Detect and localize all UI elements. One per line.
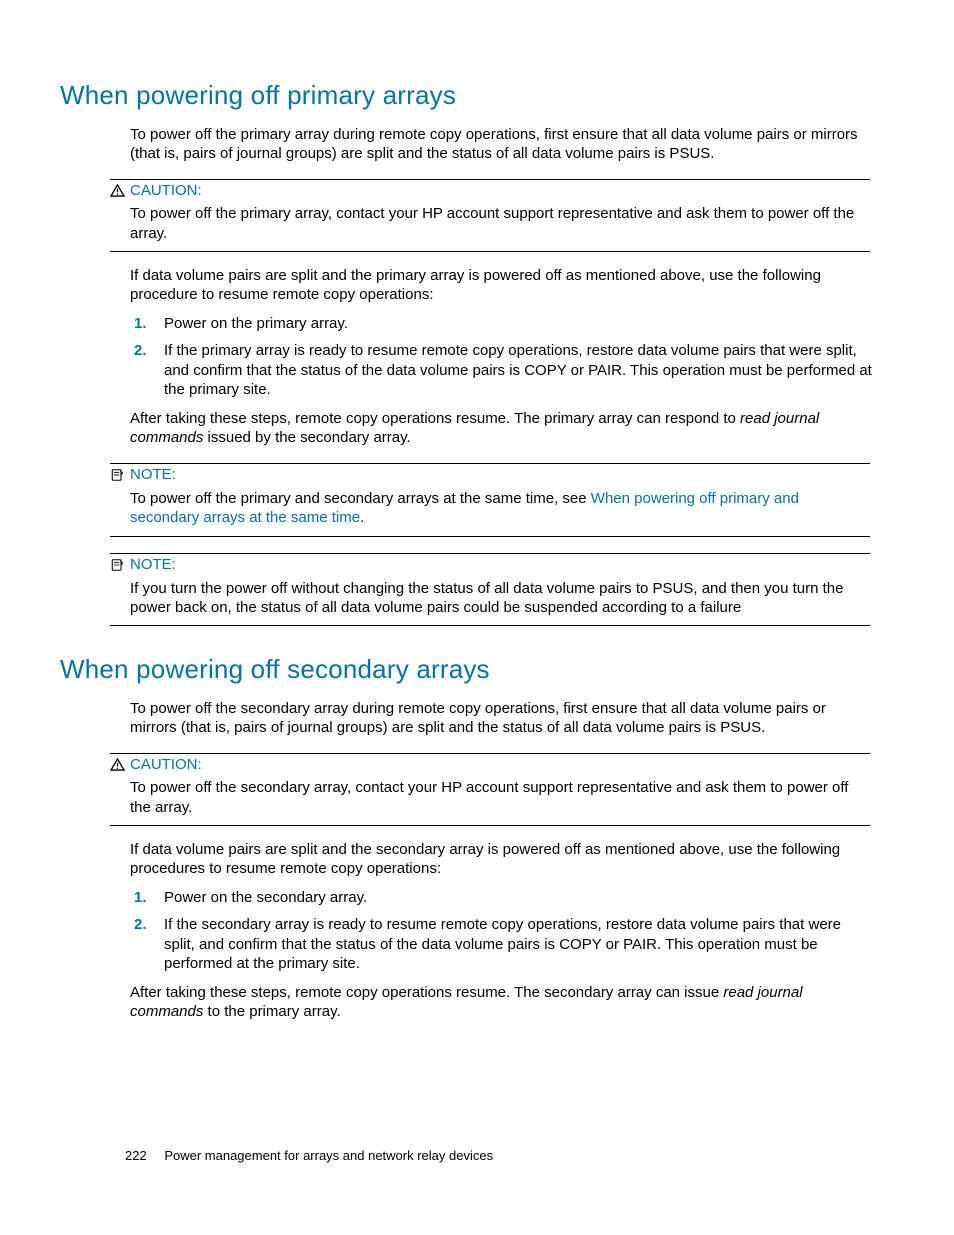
note-label: NOTE:	[130, 556, 176, 573]
note-block: NOTE: If you turn the power off without …	[110, 553, 872, 626]
caution-block: CAUTION: To power off the secondary arra…	[110, 753, 872, 825]
text-run: To power off the primary and secondary a…	[130, 490, 591, 507]
text-run: After taking these steps, remote copy op…	[130, 410, 740, 427]
resume-intro: If data volume pairs are split and the p…	[130, 266, 872, 304]
caution-label: CAUTION:	[130, 182, 202, 199]
caution-label: CAUTION:	[130, 756, 202, 773]
note-block: NOTE: To power off the primary and secon…	[110, 463, 872, 536]
step-item: Power on the secondary array.	[156, 888, 872, 907]
text-run: .	[360, 509, 364, 526]
page-number: 222	[125, 1148, 147, 1163]
note-body: To power off the primary and secondary a…	[130, 489, 870, 527]
page-footer: 222 Power management for arrays and netw…	[125, 1148, 493, 1163]
step-item: If the primary array is ready to resume …	[156, 341, 872, 399]
text-run: After taking these steps, remote copy op…	[130, 984, 723, 1001]
step-item: If the secondary array is ready to resum…	[156, 915, 872, 973]
caution-icon	[110, 184, 125, 202]
after-steps-paragraph: After taking these steps, remote copy op…	[130, 409, 872, 447]
after-steps-paragraph: After taking these steps, remote copy op…	[130, 983, 872, 1021]
resume-intro: If data volume pairs are split and the s…	[130, 840, 872, 878]
text-run: issued by the secondary array.	[203, 429, 410, 446]
step-item: Power on the primary array.	[156, 314, 872, 333]
heading-secondary-arrays: When powering off secondary arrays	[60, 654, 872, 685]
note-icon	[110, 558, 125, 577]
note-icon	[110, 468, 125, 487]
chapter-title: Power management for arrays and network …	[164, 1148, 493, 1163]
note-body: If you turn the power off without changi…	[130, 579, 870, 617]
steps-list: Power on the primary array. If the prima…	[130, 314, 872, 399]
intro-paragraph: To power off the secondary array during …	[130, 699, 872, 737]
caution-body: To power off the secondary array, contac…	[130, 778, 870, 816]
heading-primary-arrays: When powering off primary arrays	[60, 80, 872, 111]
steps-list: Power on the secondary array. If the sec…	[130, 888, 872, 973]
intro-paragraph: To power off the primary array during re…	[130, 125, 872, 163]
caution-body: To power off the primary array, contact …	[130, 204, 870, 242]
text-run: to the primary array.	[203, 1003, 340, 1020]
caution-icon	[110, 758, 125, 776]
caution-block: CAUTION: To power off the primary array,…	[110, 179, 872, 251]
note-label: NOTE:	[130, 466, 176, 483]
